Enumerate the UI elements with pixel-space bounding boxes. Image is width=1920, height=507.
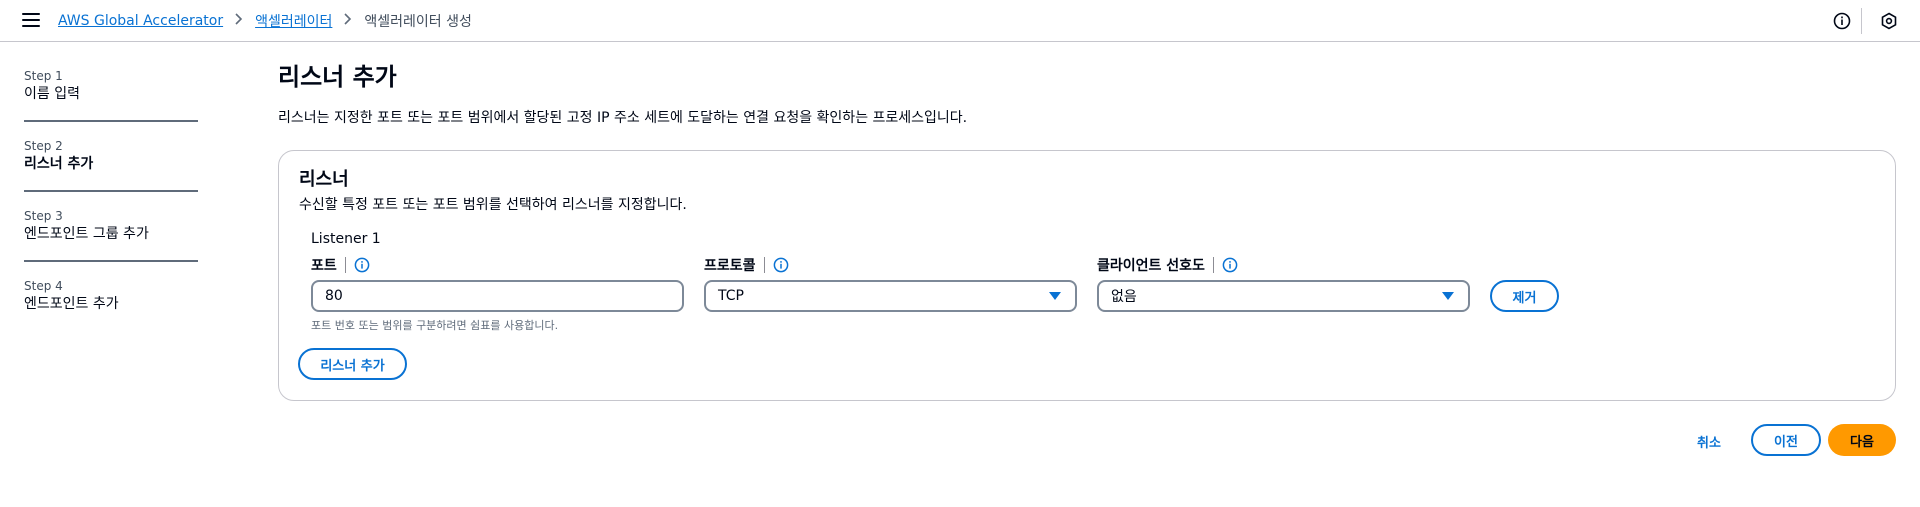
step-label: 엔드포인트 그룹 추가: [24, 226, 149, 242]
step-number: Step 4: [24, 279, 63, 293]
step-number: Step 2: [24, 139, 63, 153]
wizard-steps: Step 1 이름 입력 Step 2 리스너 추가 Step 3 엔드포인트 …: [24, 68, 198, 346]
cancel-button[interactable]: 취소: [1697, 432, 1721, 451]
port-label: 포트: [311, 255, 370, 275]
step-label: 엔드포인트 추가: [24, 296, 119, 312]
page-title: 리스너 추가: [278, 63, 397, 91]
step-number: Step 1: [24, 69, 63, 83]
client-affinity-label-text: 클라이언트 선호도: [1097, 258, 1205, 274]
step-1[interactable]: Step 1 이름 입력: [24, 68, 198, 122]
step-label-active: 리스너 추가: [24, 156, 94, 172]
port-hint: 포트 번호 또는 범위를 구분하려면 쉼표를 사용합니다.: [311, 319, 559, 332]
container-description: 수신할 특정 포트 또는 포트 범위를 선택하여 리스너를 지정합니다.: [299, 197, 687, 213]
client-affinity-select[interactable]: 없음: [1097, 280, 1470, 312]
listener-container: 리스너 수신할 특정 포트 또는 포트 범위를 선택하여 리스너를 지정합니다.…: [278, 150, 1896, 401]
protocol-label-text: 프로토콜: [704, 258, 756, 274]
previous-button[interactable]: 이전: [1751, 424, 1821, 456]
protocol-label: 프로토콜: [704, 255, 789, 275]
main-content: 리스너 추가 리스너는 지정한 포트 또는 포트 범위에서 할당된 고정 IP …: [278, 60, 1896, 128]
step-3: Step 3 엔드포인트 그룹 추가: [24, 208, 198, 262]
label-divider: [344, 257, 346, 273]
protocol-value: TCP: [718, 288, 744, 304]
breadcrumb: AWS Global Accelerator 액셀러레이터 액셀러레이터 생성: [58, 0, 472, 42]
caret-down-icon: [1442, 292, 1454, 300]
remove-button[interactable]: 제거: [1490, 280, 1559, 312]
chevron-right-icon: [344, 13, 352, 29]
add-listener-button[interactable]: 리스너 추가: [298, 348, 407, 380]
protocol-select[interactable]: TCP: [704, 280, 1077, 312]
step-2: Step 2 리스너 추가: [24, 138, 198, 192]
step-label: 이름 입력: [24, 86, 80, 102]
top-navigation: AWS Global Accelerator 액셀러레이터 액셀러레이터 생성: [0, 0, 1920, 42]
step-4: Step 4 엔드포인트 추가: [24, 278, 198, 330]
top-divider: [1861, 8, 1862, 34]
next-button[interactable]: 다음: [1828, 424, 1896, 456]
breadcrumb-accelerators[interactable]: 액셀러레이터: [255, 11, 332, 31]
chevron-right-icon: [235, 13, 243, 29]
label-divider: [763, 257, 765, 273]
client-affinity-value: 없음: [1111, 289, 1137, 305]
port-input[interactable]: 80: [311, 280, 684, 312]
breadcrumb-current: 액셀러레이터 생성: [364, 14, 472, 30]
step-number: Step 3: [24, 209, 63, 223]
info-icon[interactable]: [1833, 12, 1851, 30]
port-label-text: 포트: [311, 258, 337, 274]
container-title: 리스너: [299, 169, 349, 190]
hamburger-icon[interactable]: [22, 13, 40, 29]
info-icon[interactable]: [354, 257, 370, 273]
breadcrumb-global-accelerator[interactable]: AWS Global Accelerator: [58, 13, 223, 29]
info-icon[interactable]: [1222, 257, 1238, 273]
label-divider: [1212, 257, 1214, 273]
shield-gear-icon[interactable]: [1880, 12, 1898, 30]
page-description: 리스너는 지정한 포트 또는 포트 범위에서 할당된 고정 IP 주소 세트에 …: [278, 110, 968, 126]
client-affinity-label: 클라이언트 선호도: [1097, 255, 1238, 275]
listener-name: Listener 1: [311, 231, 381, 247]
info-icon[interactable]: [773, 257, 789, 273]
caret-down-icon: [1049, 292, 1061, 300]
